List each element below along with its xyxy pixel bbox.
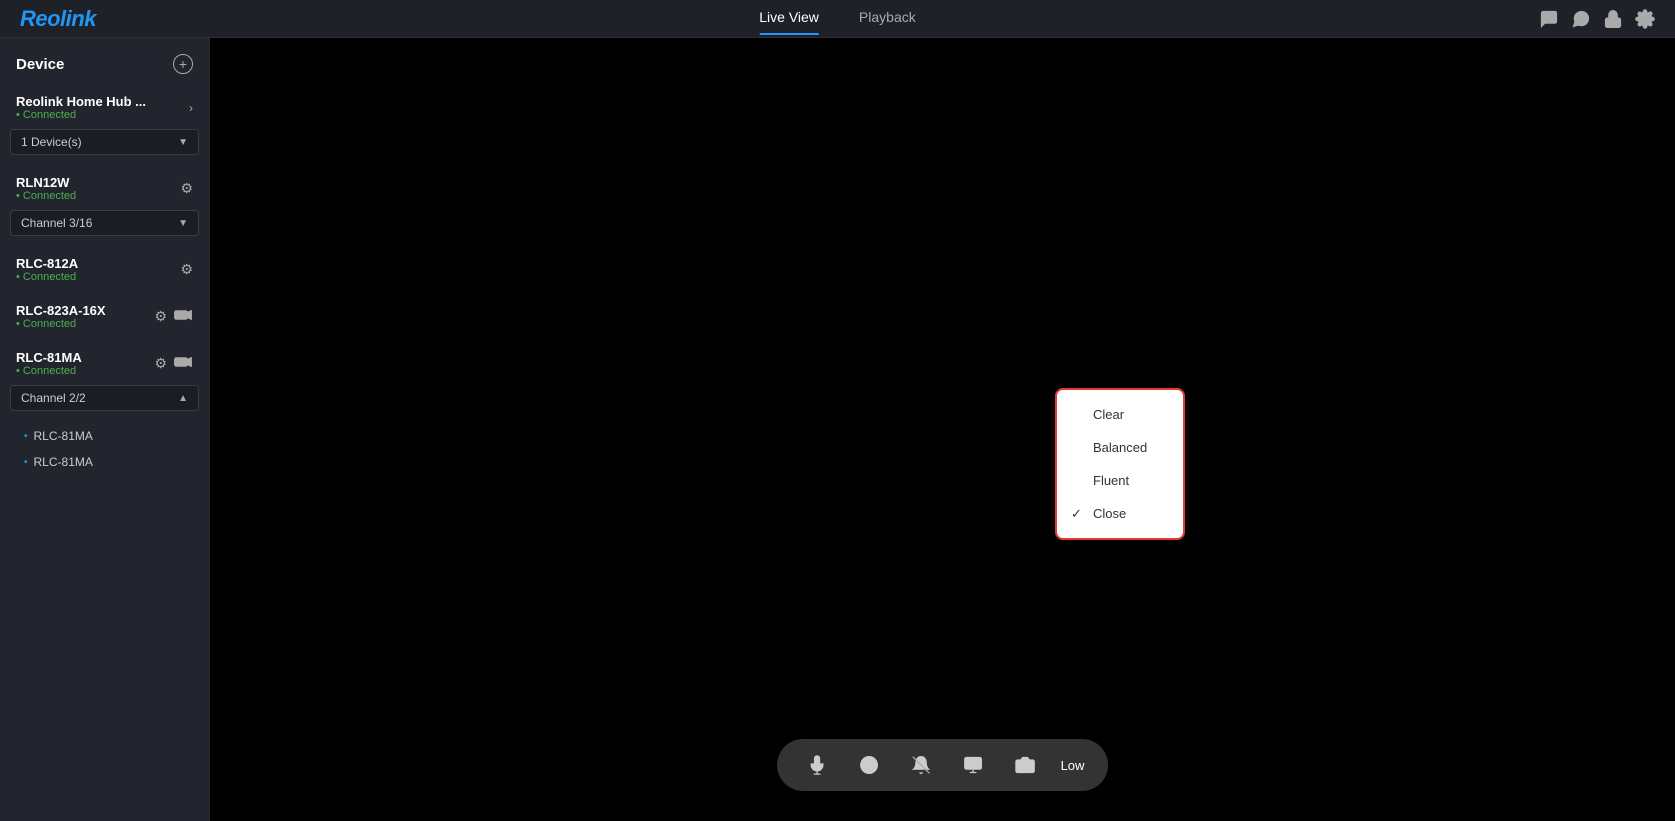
checkmark-icon: ✓ xyxy=(1071,506,1082,522)
rln12w-dropdown[interactable]: Channel 3/16 ▼ xyxy=(10,210,199,236)
channel-item-1-label: RLC-81MA xyxy=(34,429,93,443)
device-item-rlc823a[interactable]: RLC-823A-16X Connected ⚙ xyxy=(0,295,209,338)
device-status-rlc812a: Connected xyxy=(16,271,78,283)
chat-icon[interactable] xyxy=(1539,9,1559,29)
device-name-rln12w: RLN12W xyxy=(16,175,76,190)
device-item-rlc812a[interactable]: RLC-812A Connected ⚙ xyxy=(0,248,209,291)
chevron-up-icon: ▲ xyxy=(178,393,188,404)
tab-playback[interactable]: Playback xyxy=(859,9,916,29)
message-icon[interactable] xyxy=(1571,9,1591,29)
gear-icon-rlc81ma[interactable]: ⚙ xyxy=(154,355,167,372)
quality-balanced-label: Balanced xyxy=(1093,440,1147,455)
device-group-rlc81ma: RLC-81MA Connected ⚙ Channel 2/2 ▲ xyxy=(0,342,209,479)
gear-icon-rln12w[interactable]: ⚙ xyxy=(180,180,193,197)
rln12w-dropdown-label: Channel 3/16 xyxy=(21,216,92,230)
quality-clear-label: Clear xyxy=(1093,407,1124,422)
chevron-down-icon-rln12w: ▼ xyxy=(178,218,188,229)
rlc81ma-channel-list: RLC-81MA RLC-81MA xyxy=(0,419,209,479)
sidebar-title: Device xyxy=(16,56,64,73)
device-group-rlc823a: RLC-823A-16X Connected ⚙ xyxy=(0,295,209,338)
device-name-rlc823a: RLC-823A-16X xyxy=(16,303,106,318)
live-view-content: Clear Balanced Fluent ✓ Close xyxy=(210,38,1675,821)
device-status-rln12w: Connected xyxy=(16,190,76,202)
arrow-right-icon: › xyxy=(189,101,193,115)
camera-icon-rlc823a xyxy=(173,305,193,328)
sidebar-header: Device + xyxy=(0,38,209,86)
logo: Reolink xyxy=(20,6,96,32)
device-info-hub: Reolink Home Hub ... Connected xyxy=(16,94,146,121)
quality-fluent-label: Fluent xyxy=(1093,473,1129,488)
add-device-button[interactable]: + xyxy=(173,54,193,74)
device-info-rlc823a: RLC-823A-16X Connected xyxy=(16,303,106,330)
tab-live-view[interactable]: Live View xyxy=(759,9,819,29)
device-right-rlc823a: ⚙ xyxy=(154,305,193,328)
device-name-rlc81ma: RLC-81MA xyxy=(16,350,82,365)
device-item-rln12w[interactable]: RLN12W Connected ⚙ xyxy=(0,167,209,210)
device-right-rlc81ma: ⚙ xyxy=(154,352,193,375)
quality-item-fluent[interactable]: Fluent xyxy=(1057,464,1183,497)
device-info-rlc81ma: RLC-81MA Connected xyxy=(16,350,82,377)
camera-capture-icon[interactable] xyxy=(1009,749,1041,781)
quality-popup: Clear Balanced Fluent ✓ Close xyxy=(1055,388,1185,540)
rlc81ma-dropdown[interactable]: Channel 2/2 ▲ xyxy=(10,385,199,411)
quality-item-clear[interactable]: Clear xyxy=(1057,398,1183,431)
bottom-toolbar: Low xyxy=(777,739,1109,791)
device-info-rln12w: RLN12W Connected xyxy=(16,175,76,202)
gear-icon-rlc812a[interactable]: ⚙ xyxy=(180,261,193,278)
rlc81ma-dropdown-label: Channel 2/2 xyxy=(21,391,86,405)
quality-item-balanced[interactable]: Balanced xyxy=(1057,431,1183,464)
nav-tabs: Live View Playback xyxy=(759,9,915,29)
device-right-hub: › xyxy=(189,101,193,115)
camera-icon-rlc81ma xyxy=(173,352,193,375)
device-status-rlc823a: Connected xyxy=(16,318,106,330)
list-item[interactable]: RLC-81MA xyxy=(0,449,209,475)
quality-item-close[interactable]: ✓ Close xyxy=(1057,497,1183,530)
device-group-hub: Reolink Home Hub ... Connected › 1 Devic… xyxy=(0,86,209,163)
device-info-rlc812a: RLC-812A Connected xyxy=(16,256,78,283)
hub-dropdown[interactable]: 1 Device(s) ▼ xyxy=(10,129,199,155)
device-status-rlc81ma: Connected xyxy=(16,365,82,377)
main-layout: Device + Reolink Home Hub ... Connected … xyxy=(0,38,1675,821)
device-item-hub[interactable]: Reolink Home Hub ... Connected › xyxy=(0,86,209,129)
alarm-icon[interactable] xyxy=(905,749,937,781)
header-actions xyxy=(1539,9,1655,29)
device-right-rln12w: ⚙ xyxy=(180,180,193,197)
screen-icon[interactable] xyxy=(957,749,989,781)
device-right-rlc812a: ⚙ xyxy=(180,261,193,278)
lock-icon[interactable] xyxy=(1603,9,1623,29)
device-group-rlc812a: RLC-812A Connected ⚙ xyxy=(0,248,209,291)
device-group-rln12w: RLN12W Connected ⚙ Channel 3/16 ▼ xyxy=(0,167,209,244)
header: Reolink Live View Playback xyxy=(0,0,1675,38)
device-name-rlc812a: RLC-812A xyxy=(16,256,78,271)
quality-close-label: Close xyxy=(1093,506,1126,521)
chevron-down-icon: ▼ xyxy=(178,137,188,148)
device-status-hub: Connected xyxy=(16,109,146,121)
hub-dropdown-label: 1 Device(s) xyxy=(21,135,82,149)
gear-icon-rlc823a[interactable]: ⚙ xyxy=(154,308,167,325)
face-icon[interactable] xyxy=(853,749,885,781)
mic-icon[interactable] xyxy=(801,749,833,781)
list-item[interactable]: RLC-81MA xyxy=(0,423,209,449)
quality-label[interactable]: Low xyxy=(1061,758,1085,773)
channel-item-2-label: RLC-81MA xyxy=(34,455,93,469)
device-name-hub: Reolink Home Hub ... xyxy=(16,94,146,109)
sidebar: Device + Reolink Home Hub ... Connected … xyxy=(0,38,210,821)
settings-icon[interactable] xyxy=(1635,9,1655,29)
device-item-rlc81ma[interactable]: RLC-81MA Connected ⚙ xyxy=(0,342,209,385)
